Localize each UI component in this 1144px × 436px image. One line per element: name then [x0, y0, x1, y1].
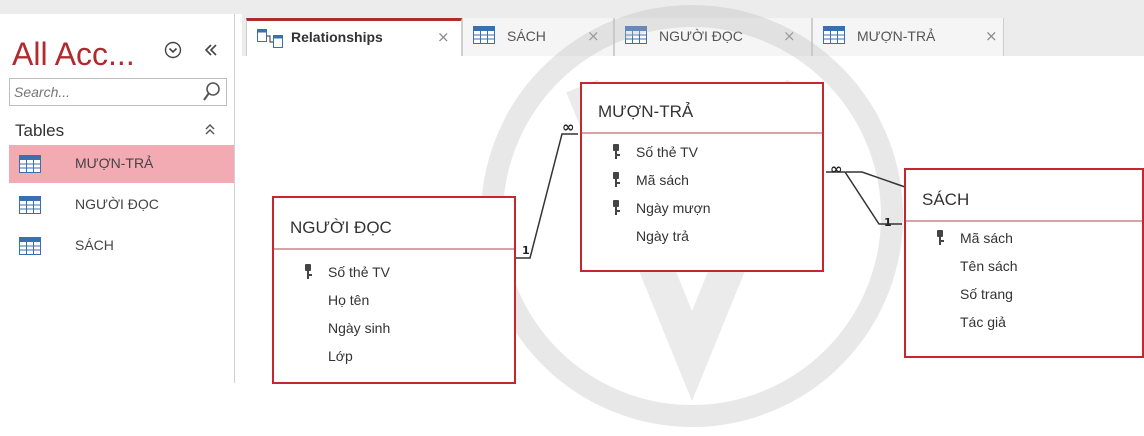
- document-tab-bar: Relationships × SÁCH × NGƯỜI ĐỌC × MƯỢN-…: [242, 14, 1144, 56]
- primary-key-icon: [613, 144, 620, 159]
- shutter-bar-close-button[interactable]: [200, 38, 222, 62]
- primary-key-icon: [305, 264, 312, 279]
- field-name: Ngày mượn: [636, 200, 711, 216]
- title-divider: [582, 132, 822, 134]
- table-title: NGƯỜI ĐỌC: [290, 218, 392, 237]
- table-icon: [19, 155, 41, 173]
- relationships-icon: [257, 29, 283, 48]
- close-tab-button[interactable]: ×: [985, 27, 998, 45]
- field-name: Ngày sinh: [328, 320, 391, 336]
- primary-key-icon: [937, 230, 944, 245]
- tab-muon-tra[interactable]: MƯỢN-TRẢ ×: [812, 18, 1004, 56]
- tab-label: NGƯỜI ĐỌC: [659, 28, 743, 44]
- tab-nguoi-doc[interactable]: NGƯỜI ĐỌC ×: [614, 18, 812, 56]
- nav-pane-title[interactable]: All Acc...: [12, 36, 135, 73]
- field-name: Mã sách: [960, 230, 1013, 246]
- tab-label: MƯỢN-TRẢ: [857, 28, 936, 44]
- table-box-nguoi-doc[interactable]: NGƯỜI ĐỌC Số thẻ TV Họ tên Ngày sinh Lớp: [272, 196, 516, 384]
- field-name: Số trang: [960, 286, 1013, 302]
- relationships-canvas: NGƯỜI ĐỌC Số thẻ TV Họ tên Ngày sinh Lớp…: [242, 5, 1144, 427]
- field-name: Lớp: [328, 348, 353, 364]
- primary-key-icon: [613, 200, 620, 215]
- field-name: Tên sách: [960, 258, 1018, 274]
- field-name: Số thẻ TV: [636, 144, 699, 160]
- close-tab-button[interactable]: ×: [437, 28, 450, 46]
- table-box-sach[interactable]: SÁCH Mã sách Tên sách Số trang Tác giả: [904, 168, 1144, 358]
- primary-key-icon: [613, 172, 620, 187]
- field-name: Mã sách: [636, 172, 689, 188]
- close-tab-button[interactable]: ×: [783, 27, 796, 45]
- table-icon: [625, 26, 647, 44]
- double-chevron-up-icon: [205, 124, 215, 135]
- tables-group-header[interactable]: Tables: [9, 118, 227, 146]
- relationship-one-label: 1: [522, 244, 530, 257]
- field-name: Tác giả: [960, 314, 1006, 330]
- field-name: Số thẻ TV: [328, 264, 391, 280]
- table-icon: [473, 26, 495, 44]
- navigation-pane: All Acc... Tables MƯỢN-TRẢ: [0, 14, 235, 383]
- nav-item-label: SÁCH: [75, 237, 114, 253]
- nav-item-muon-tra[interactable]: MƯỢN-TRẢ: [9, 145, 234, 183]
- title-divider: [274, 248, 514, 250]
- table-title: SÁCH: [922, 190, 970, 209]
- nav-search-box: [9, 78, 227, 106]
- search-icon[interactable]: [202, 81, 222, 103]
- relationship-one-label: 1: [884, 216, 892, 229]
- tab-label: Relationships: [291, 29, 383, 45]
- table-title: MƯỢN-TRẢ: [598, 102, 694, 121]
- table-box-muon-tra[interactable]: MƯỢN-TRẢ Số thẻ TV Mã sách Ngày mượn Ngà…: [580, 82, 824, 272]
- tab-sach[interactable]: SÁCH ×: [462, 18, 614, 56]
- field-name: Ngày trả: [636, 228, 689, 244]
- nav-menu-dropdown-button[interactable]: [162, 38, 184, 62]
- table-icon: [823, 26, 845, 44]
- nav-item-label: NGƯỜI ĐỌC: [75, 196, 159, 212]
- tables-group-label: Tables: [15, 121, 65, 140]
- top-strip: [0, 0, 1144, 14]
- field-name: Họ tên: [328, 292, 370, 308]
- nav-item-nguoi-doc[interactable]: NGƯỜI ĐỌC: [9, 186, 234, 224]
- double-chevron-left-icon: [204, 44, 217, 56]
- table-icon: [19, 196, 41, 214]
- tab-label: SÁCH: [507, 28, 546, 44]
- table-icon: [19, 237, 41, 255]
- tab-relationships[interactable]: Relationships ×: [246, 18, 462, 56]
- nav-item-sach[interactable]: SÁCH: [9, 227, 234, 265]
- search-input[interactable]: [10, 79, 194, 105]
- relationship-many-label: ∞: [562, 118, 575, 136]
- circle-chevron-down-icon: [164, 41, 182, 59]
- title-divider: [906, 220, 1142, 222]
- relationship-many-label: ∞: [830, 160, 843, 178]
- close-tab-button[interactable]: ×: [587, 27, 600, 45]
- nav-item-label: MƯỢN-TRẢ: [75, 155, 154, 171]
